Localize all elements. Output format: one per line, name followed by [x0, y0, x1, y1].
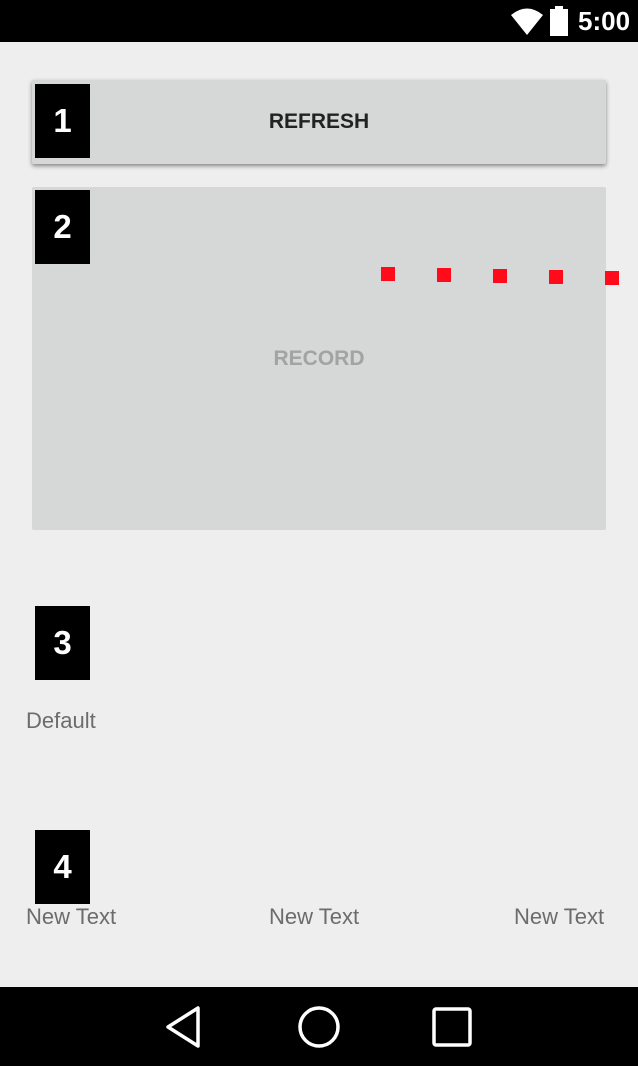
badge-1: 1 [35, 84, 90, 158]
indicator-dot [605, 271, 619, 285]
navigation-bar [0, 987, 638, 1066]
back-triangle-icon[interactable] [162, 1005, 206, 1049]
recents-square-icon[interactable] [430, 1005, 474, 1049]
new-text-left: New Text [26, 904, 117, 929]
record-button[interactable]: RECORD [32, 187, 606, 530]
new-text-right: New Text [514, 904, 605, 929]
indicator-dot [437, 268, 451, 282]
indicator-dot [493, 269, 507, 283]
home-circle-icon[interactable] [297, 1005, 341, 1049]
status-bar: 5:00 [0, 0, 638, 42]
indicator-dot [549, 270, 563, 284]
app-screen: 5:00 REFRESH RECORD 1 2 3 4 Default New … [0, 0, 638, 1066]
badge-2: 2 [35, 190, 90, 264]
battery-icon [550, 6, 568, 36]
wifi-icon [511, 8, 543, 35]
refresh-button[interactable]: REFRESH [32, 80, 606, 164]
badge-4: 4 [35, 830, 90, 904]
indicator-dot [381, 267, 395, 281]
new-text-center: New Text [269, 904, 360, 929]
status-clock: 5:00 [578, 6, 631, 36]
default-label: Default [26, 708, 96, 733]
badge-3: 3 [35, 606, 90, 680]
